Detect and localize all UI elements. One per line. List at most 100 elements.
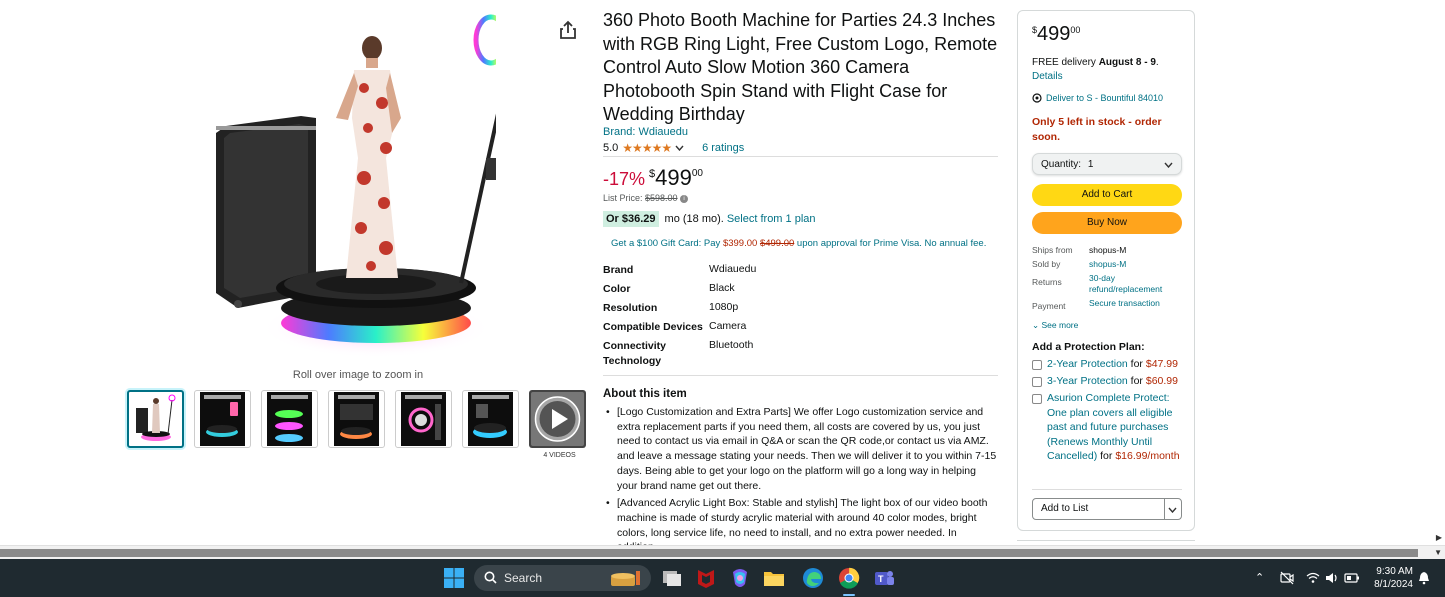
thumbnail-6[interactable]: [462, 390, 519, 448]
system-clock[interactable]: 9:30 AM 8/1/2024: [1374, 565, 1413, 591]
divider: [603, 375, 998, 376]
delivery-prefix: FREE delivery: [1032, 57, 1096, 68]
seller-info-key: Ships from: [1032, 245, 1073, 255]
copilot-icon[interactable]: [728, 566, 752, 590]
delivery-info: FREE delivery August 8 - 9. Details: [1032, 56, 1187, 84]
seller-info: Ships from shopus-M Sold by shopus-M Retur…: [1032, 245, 1187, 315]
windows-start-icon[interactable]: [442, 566, 466, 590]
list-price-label: List Price:: [603, 193, 643, 203]
protection-checkbox[interactable]: [1032, 360, 1042, 370]
protection-price: $47.99: [1145, 358, 1178, 370]
volume-icon[interactable]: [1325, 571, 1339, 585]
clock-time: 9:30 AM: [1376, 566, 1413, 577]
play-icon: [529, 390, 586, 448]
quantity-value: 1: [1087, 159, 1094, 170]
active-app-indicator: [843, 594, 855, 596]
deliver-to-link[interactable]: Deliver to S - Bountiful 84010: [1032, 93, 1163, 103]
details-link[interactable]: Details: [1032, 71, 1063, 82]
task-view-icon[interactable]: [660, 566, 684, 590]
edge-icon[interactable]: [801, 566, 825, 590]
select-plan-link[interactable]: Select from 1 plan: [727, 213, 816, 225]
price-block: -17% $ 499 00: [603, 166, 703, 190]
chevron-down-icon[interactable]: [675, 145, 684, 151]
spec-key: Resolution: [603, 302, 658, 314]
returns-link[interactable]: 30-day refund/replacement: [1089, 273, 1179, 295]
search-icon: [484, 571, 497, 584]
scroll-down-arrow-icon[interactable]: ▼: [1434, 548, 1442, 557]
spec-key: Color: [603, 283, 631, 295]
taskbar: Search T ⌃ 9:30 AM 8/1/2024: [0, 559, 1445, 597]
videos-count-label[interactable]: 4 VIDEOS: [531, 452, 588, 459]
quantity-select[interactable]: Quantity: 1: [1032, 153, 1182, 175]
see-more-label: See more: [1041, 320, 1079, 330]
wifi-icon[interactable]: [1306, 571, 1320, 585]
protection-label[interactable]: 3-Year Protection: [1047, 375, 1128, 387]
chevron-down-icon: [1164, 162, 1173, 168]
giftcard-offer[interactable]: Get a $100 Gift Card: Pay $399.00 $499.0…: [611, 238, 986, 249]
spec-key: Brand: [603, 264, 634, 276]
thumbnail-3[interactable]: [261, 390, 318, 448]
thumbnail-2[interactable]: [194, 390, 251, 448]
seller-info-key: Returns: [1032, 277, 1062, 287]
camera-off-icon[interactable]: [1280, 571, 1294, 585]
list-price: List Price: $598.00 i: [603, 193, 689, 203]
spec-key: Compatible Devices: [603, 321, 703, 333]
thumbnail-image: [401, 392, 446, 446]
taskbar-search[interactable]: Search: [474, 565, 651, 591]
thumbnail-5[interactable]: [395, 390, 452, 448]
price-fraction: 00: [1070, 25, 1081, 35]
spec-table: Brand Wdiauedu Color Black Resolution 1080p…: [603, 263, 756, 371]
info-icon[interactable]: i: [680, 194, 689, 203]
spec-value: Bluetooth: [709, 339, 754, 351]
chevron-up-icon[interactable]: ⌃: [1255, 571, 1264, 584]
scroll-right-arrow-icon[interactable]: ▶: [1436, 533, 1442, 542]
video-thumbnail[interactable]: [529, 390, 586, 448]
seller-info-key: Payment: [1032, 301, 1066, 311]
protection-checkbox[interactable]: [1032, 377, 1042, 387]
browser-viewport: Roll over image to zoom in 4 VIDEOS 360 …: [0, 0, 1445, 545]
product-main-image[interactable]: [186, 8, 496, 366]
scrollbar-thumb[interactable]: [0, 549, 1418, 557]
chevron-down-icon[interactable]: [1168, 507, 1177, 513]
monthly-terms: mo (18 mo).: [664, 213, 724, 225]
svg-text:T: T: [878, 574, 884, 584]
protection-checkbox[interactable]: [1032, 394, 1042, 404]
protection-option[interactable]: 3-Year Protection for $60.99: [1032, 374, 1187, 389]
see-more-link[interactable]: ⌄ See more: [1032, 320, 1078, 331]
seller-link[interactable]: shopus-M: [1089, 259, 1179, 270]
payment-link[interactable]: Secure transaction: [1089, 298, 1179, 312]
ratings-count-link[interactable]: 6 ratings: [702, 142, 744, 154]
add-to-list-label: Add to List: [1041, 503, 1089, 514]
protection-for: for: [1130, 375, 1143, 387]
list-item: [Advanced Acrylic Light Box: Stable and …: [603, 496, 998, 545]
teams-icon[interactable]: T: [872, 566, 896, 590]
battery-icon[interactable]: [1344, 571, 1360, 585]
protection-option[interactable]: 2-Year Protection for $47.99: [1032, 357, 1187, 372]
spec-key: Connectivity Technology: [603, 340, 667, 367]
share-icon[interactable]: [559, 20, 577, 40]
product-title: 360 Photo Booth Machine for Parties 24.3…: [603, 10, 998, 124]
thumbnail-1[interactable]: [127, 390, 184, 448]
notification-bell-icon[interactable]: [1418, 571, 1430, 585]
add-to-cart-button[interactable]: Add to Cart: [1032, 184, 1182, 206]
buybox-price: $ 499 00: [1032, 23, 1080, 45]
brand-link[interactable]: Brand: Wdiauedu: [603, 126, 688, 138]
chevron-down-icon: ⌄: [1032, 320, 1040, 330]
star-rating-icon[interactable]: ★★★★★: [622, 141, 672, 155]
zoom-hint: Roll over image to zoom in: [292, 369, 424, 381]
protection-label[interactable]: 2-Year Protection: [1047, 358, 1128, 370]
seller-info-row: Sold by shopus-M: [1032, 259, 1187, 270]
protection-for: for: [1100, 450, 1113, 462]
buy-now-button[interactable]: Buy Now: [1032, 212, 1182, 234]
seller-info-key: Sold by: [1032, 259, 1061, 269]
price-whole: 499: [1037, 23, 1071, 45]
thumbnail-4[interactable]: [328, 390, 385, 448]
file-explorer-icon[interactable]: [762, 566, 786, 590]
horizontal-scrollbar[interactable]: ▼: [0, 545, 1445, 559]
mcafee-icon[interactable]: [694, 566, 718, 590]
deliver-to-text: Deliver to S - Bountiful 84010: [1046, 93, 1164, 103]
add-to-list-button[interactable]: Add to List: [1032, 498, 1182, 520]
chrome-icon[interactable]: [837, 566, 861, 590]
protection-option[interactable]: Asurion Complete Protect: One plan cover…: [1032, 391, 1187, 464]
monthly-payment: Or $36.29 mo (18 mo). Select from 1 plan: [603, 211, 816, 227]
